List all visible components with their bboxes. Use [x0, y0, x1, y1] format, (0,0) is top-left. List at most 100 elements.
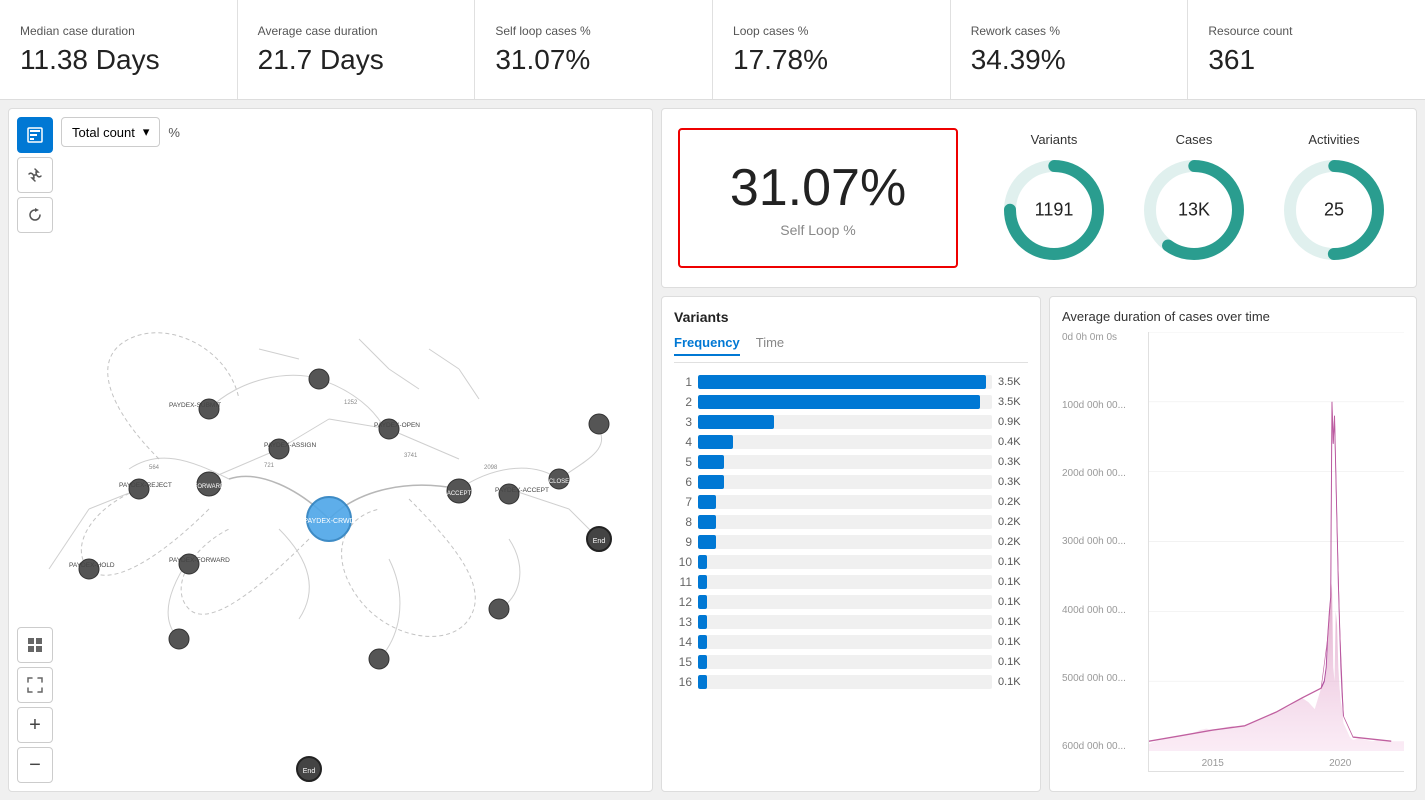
ring-value: 25 [1324, 199, 1344, 220]
variant-bar [698, 575, 707, 589]
svg-text:PAYDEX-FORWARD: PAYDEX-FORWARD [169, 557, 230, 564]
variant-bar [698, 415, 774, 429]
variant-num: 7 [674, 495, 692, 509]
variant-bar-container[interactable] [698, 435, 992, 449]
variant-row: 11 0.1K [674, 575, 1028, 589]
y-axis-label: 500d 00h 00... [1062, 673, 1142, 684]
variant-row: 6 0.3K [674, 475, 1028, 489]
ring-title: Activities [1308, 132, 1359, 147]
expand-button[interactable] [17, 667, 53, 703]
x-axis-label: 2015 [1202, 758, 1224, 772]
zoom-out-button[interactable]: − [17, 747, 53, 783]
variant-val: 3.5K [998, 376, 1028, 388]
chart-panel: Average duration of cases over time 600d… [1049, 296, 1417, 792]
kpi-value: 21.7 Days [258, 44, 455, 76]
variant-num: 5 [674, 455, 692, 469]
svg-text:3741: 3741 [404, 453, 418, 459]
grid-view-button[interactable] [17, 627, 53, 663]
ring-title: Cases [1176, 132, 1213, 147]
recycle-button[interactable] [17, 157, 53, 193]
x-axis-label: 2020 [1329, 758, 1351, 772]
variant-row: 16 0.1K [674, 675, 1028, 689]
kpi-label: Loop cases % [733, 24, 930, 38]
y-axis-label: 200d 00h 00... [1062, 468, 1142, 479]
kpi-item: Loop cases % 17.78% [713, 0, 951, 99]
variants-title: Variants [674, 309, 1028, 325]
svg-text:PAYDEX-OPEN: PAYDEX-OPEN [374, 422, 420, 429]
tab-time[interactable]: Time [756, 335, 784, 356]
kpi-item: Resource count 361 [1188, 0, 1425, 99]
variant-num: 2 [674, 395, 692, 409]
variant-bar-container[interactable] [698, 475, 992, 489]
variant-val: 0.1K [998, 596, 1028, 608]
ring-value: 13K [1178, 199, 1210, 220]
variant-bar-container[interactable] [698, 515, 992, 529]
zoom-in-button[interactable]: + [17, 707, 53, 743]
variant-bar [698, 515, 716, 529]
svg-text:564: 564 [149, 465, 160, 471]
bottom-controls: + − [17, 627, 53, 783]
variant-bar-container[interactable] [698, 615, 992, 629]
variant-num: 8 [674, 515, 692, 529]
variant-bar [698, 435, 733, 449]
variant-bar [698, 555, 707, 569]
kpi-item: Rework cases % 34.39% [951, 0, 1189, 99]
variant-bar-container[interactable] [698, 455, 992, 469]
variant-val: 0.3K [998, 476, 1028, 488]
variant-row: 9 0.2K [674, 535, 1028, 549]
kpi-label: Rework cases % [971, 24, 1168, 38]
total-count-dropdown[interactable]: Total count ▾ [61, 117, 160, 147]
svg-text:PAYDEX-HOLD: PAYDEX-HOLD [69, 562, 115, 569]
pct-label: % [168, 125, 180, 140]
svg-text:1252: 1252 [344, 400, 358, 406]
svg-text:ACCEPT: ACCEPT [447, 491, 472, 497]
tab-frequency[interactable]: Frequency [674, 335, 740, 356]
variant-val: 0.1K [998, 556, 1028, 568]
variant-num: 13 [674, 615, 692, 629]
variant-bar-container[interactable] [698, 575, 992, 589]
variant-bar [698, 655, 707, 669]
variant-bar-container[interactable] [698, 555, 992, 569]
svg-text:End: End [303, 768, 316, 775]
variant-bar-container[interactable] [698, 635, 992, 649]
variant-bar-container[interactable] [698, 375, 992, 389]
ring-container: 25 [1279, 155, 1389, 265]
summary-section: 31.07% Self Loop % Variants 1191 Cases 1… [661, 108, 1417, 288]
chart-svg [1149, 332, 1404, 751]
kpi-value: 34.39% [971, 44, 1168, 76]
variant-bar-container[interactable] [698, 395, 992, 409]
self-loop-label: Self Loop % [780, 222, 856, 238]
ring-item: Variants 1191 [999, 132, 1109, 265]
chart-title: Average duration of cases over time [1062, 309, 1404, 324]
variant-num: 10 [674, 555, 692, 569]
svg-text:CLOSE: CLOSE [549, 479, 569, 485]
variant-val: 0.2K [998, 536, 1028, 548]
variant-num: 11 [674, 575, 692, 589]
refresh-button[interactable] [17, 197, 53, 233]
filter-button[interactable] [17, 117, 53, 153]
variant-row: 14 0.1K [674, 635, 1028, 649]
variant-num: 15 [674, 655, 692, 669]
variant-val: 0.1K [998, 636, 1028, 648]
variant-val: 0.9K [998, 416, 1028, 428]
variant-bar [698, 595, 707, 609]
kpi-bar: Median case duration 11.38 Days Average … [0, 0, 1425, 100]
variant-bar-container[interactable] [698, 495, 992, 509]
variant-num: 14 [674, 635, 692, 649]
variant-bar-container[interactable] [698, 595, 992, 609]
variant-bar-container[interactable] [698, 535, 992, 549]
variant-bar-container[interactable] [698, 655, 992, 669]
variant-bar-container[interactable] [698, 415, 992, 429]
variants-list: 1 3.5K 2 3.5K 3 0.9K 4 0.4K 5 0.3K 6 0. [674, 375, 1028, 689]
variant-row: 2 3.5K [674, 395, 1028, 409]
svg-text:2098: 2098 [484, 465, 498, 471]
variant-num: 1 [674, 375, 692, 389]
svg-text:PAYDEX-ACCEPT: PAYDEX-ACCEPT [495, 487, 549, 494]
variant-bar-container[interactable] [698, 675, 992, 689]
variant-num: 4 [674, 435, 692, 449]
main-content: Total count ▾ % [0, 100, 1425, 800]
variant-num: 9 [674, 535, 692, 549]
bottom-panels: Variants Frequency Time 1 3.5K 2 3.5K 3 … [661, 296, 1417, 792]
variant-val: 0.1K [998, 656, 1028, 668]
variant-row: 8 0.2K [674, 515, 1028, 529]
